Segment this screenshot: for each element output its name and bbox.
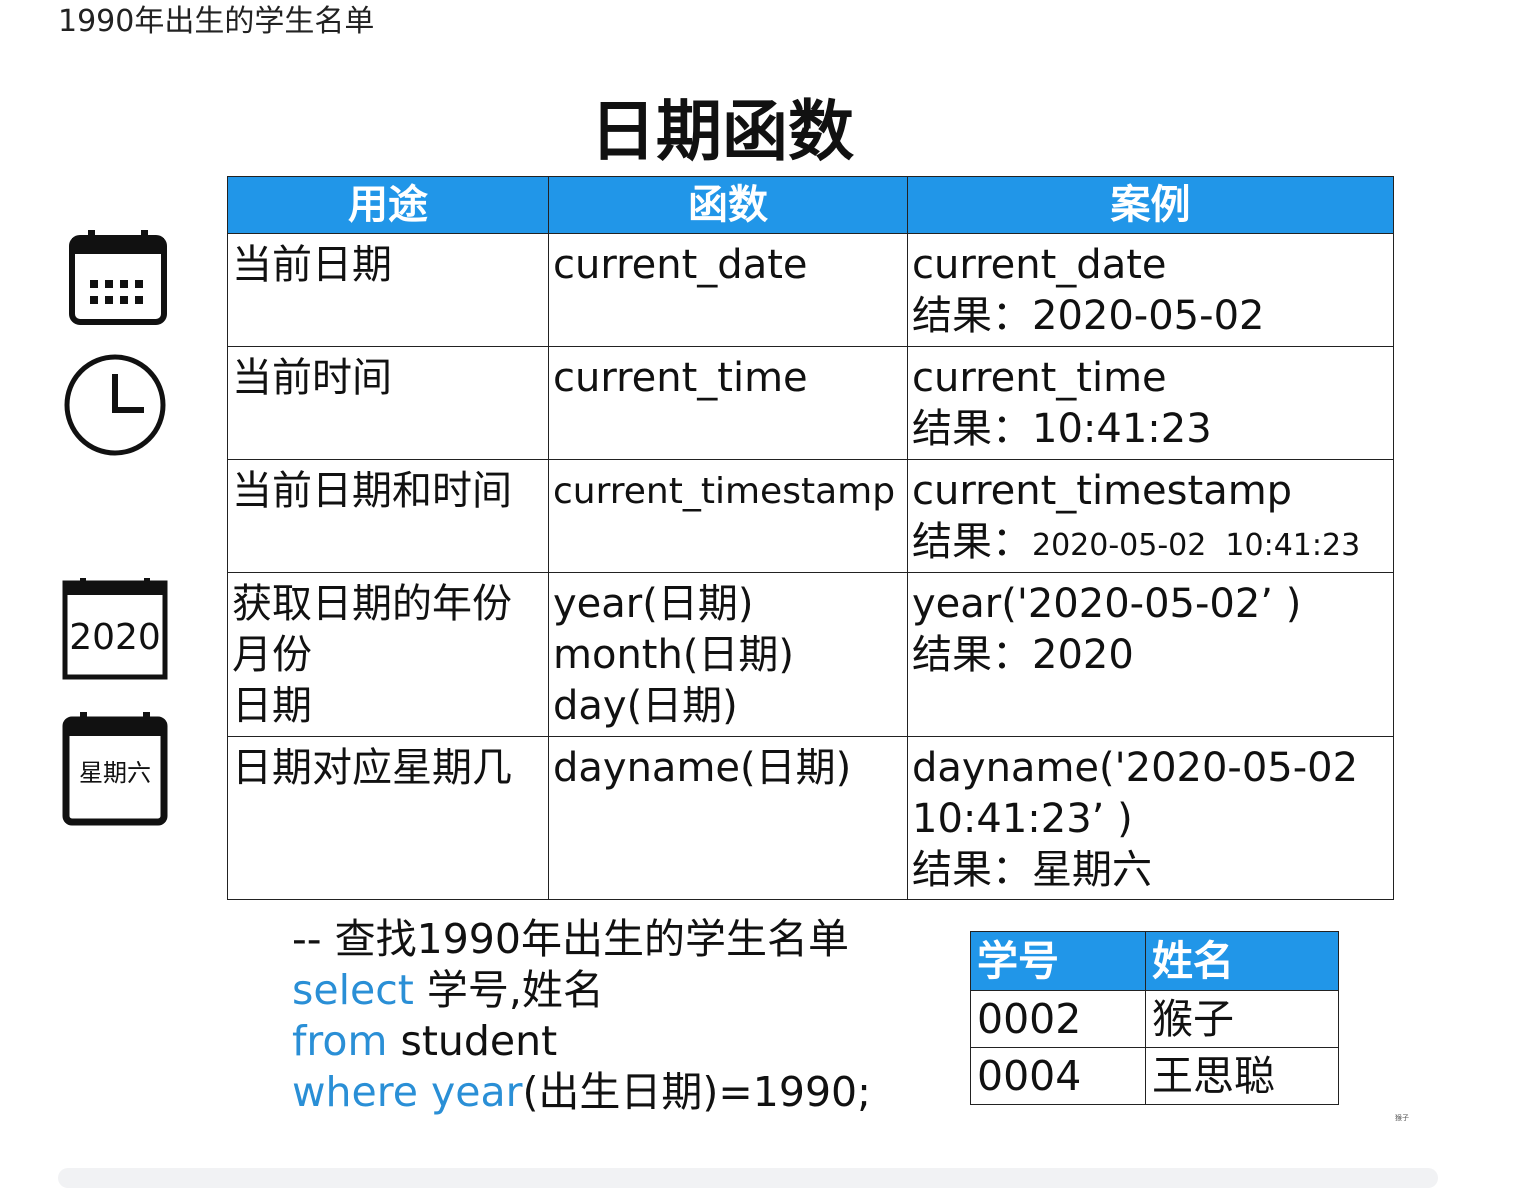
table-row: 0004 王思聪	[970, 1047, 1339, 1105]
student-name-cell: 王思聪	[1145, 1047, 1339, 1105]
result-line: 结果：星期六	[912, 845, 1393, 896]
result-value: 2020	[1032, 632, 1134, 678]
header-student-id: 学号	[970, 931, 1146, 991]
table-row: 当前日期和时间 current_timestamp current_timest…	[227, 459, 1394, 573]
function-cell: current_time	[548, 346, 908, 460]
result-line: 结果：2020-05-02	[912, 291, 1393, 342]
result-label: 结果：	[912, 406, 1032, 452]
header-student-name: 姓名	[1145, 931, 1339, 991]
example-text: year('2020-05-02’ )	[912, 581, 1302, 627]
sql-code-block: -- 查找1990年出生的学生名单 select 学号,姓名 from stud…	[292, 914, 871, 1118]
purpose-cell: 当前日期	[227, 233, 549, 347]
page-heading: 1990年出生的学生名单	[58, 4, 375, 39]
example-cell: current_date 结果：2020-05-02	[907, 233, 1394, 347]
table-row: 0002 猴子	[970, 990, 1339, 1048]
table-row: 当前日期 current_date current_date 结果：2020-05…	[227, 233, 1394, 347]
example-cell: year('2020-05-02’ ) 结果：2020	[907, 572, 1394, 737]
weekday-calendar-text: 星期六	[79, 759, 151, 787]
purpose-cell: 当前时间	[227, 346, 549, 460]
header-purpose: 用途	[227, 176, 549, 234]
example-text: current_timestamp	[912, 468, 1293, 514]
bottom-panel	[58, 1168, 1438, 1188]
student-name-cell: 猴子	[1145, 990, 1339, 1048]
purpose-cell: 日期对应星期几	[227, 736, 549, 900]
result-value: 10:41:23	[1032, 406, 1212, 452]
function-cell: year(日期) month(日期) day(日期)	[548, 572, 908, 737]
result-label: 结果：	[912, 632, 1032, 678]
function-cell: dayname(日期)	[548, 736, 908, 900]
header-example: 案例	[907, 176, 1394, 234]
sql-line-from: from student	[292, 1016, 871, 1067]
weekday-calendar-icon: 星期六	[62, 712, 168, 826]
student-id-cell: 0002	[970, 990, 1146, 1048]
example-cell: dayname('2020-05-02 10:41:23’ ) 结果：星期六	[907, 736, 1394, 900]
year-calendar-text: 2020	[69, 617, 161, 658]
purpose-cell: 获取日期的年份 月份 日期	[227, 572, 549, 737]
result-line: 结果：10:41:23	[912, 404, 1393, 455]
table-row: 日期对应星期几 dayname(日期) dayname('2020-05-02 …	[227, 736, 1394, 900]
date-functions-table: 用途 函数 案例 当前日期 current_date current_date 结…	[227, 176, 1394, 900]
result-label: 结果：	[912, 293, 1032, 339]
clock-icon	[64, 354, 166, 456]
result-line: 结果：2020-05-02 10:41:23	[912, 517, 1393, 571]
sql-keyword: from	[292, 1017, 388, 1065]
header-function: 函数	[548, 176, 908, 234]
sql-text: 学号,姓名	[413, 966, 604, 1014]
result-label: 结果：	[912, 847, 1032, 893]
example-cell: current_timestamp 结果：2020-05-02 10:41:23	[907, 459, 1394, 573]
table-header-row: 用途 函数 案例	[227, 176, 1394, 234]
sql-keyword: select	[292, 966, 414, 1014]
function-cell: current_timestamp	[548, 459, 908, 573]
example-text: current_date	[912, 242, 1167, 288]
table-row: 当前时间 current_time current_time 结果：10:41:2…	[227, 346, 1394, 460]
calendar-icon	[69, 230, 167, 325]
year-calendar-icon: 2020	[62, 578, 168, 680]
example-text: dayname('2020-05-02 10:41:23’ )	[912, 745, 1359, 842]
result-header-row: 学号 姓名	[970, 931, 1339, 991]
purpose-cell: 当前日期和时间	[227, 459, 549, 573]
sql-line-select: select 学号,姓名	[292, 965, 871, 1016]
function-cell: current_date	[548, 233, 908, 347]
slide-title: 日期函数	[590, 93, 854, 170]
example-cell: current_time 结果：10:41:23	[907, 346, 1394, 460]
watermark: 猴子	[1395, 1114, 1409, 1122]
result-value: 2020-05-02 10:41:23	[1032, 528, 1361, 563]
sql-comment: -- 查找1990年出生的学生名单	[292, 915, 849, 963]
result-value: 2020-05-02	[1032, 293, 1265, 339]
table-row: 获取日期的年份 月份 日期 year(日期) month(日期) day(日期)…	[227, 572, 1394, 737]
query-result-table: 学号 姓名 0002 猴子 0004 王思聪	[970, 931, 1339, 1105]
result-line: 结果：2020	[912, 630, 1393, 681]
student-id-cell: 0004	[970, 1047, 1146, 1105]
example-text: current_time	[912, 355, 1167, 401]
sql-keyword: where year	[292, 1068, 523, 1116]
result-value: 星期六	[1032, 847, 1152, 893]
sql-text: (出生日期)=1990;	[522, 1068, 871, 1116]
sql-line-where: where year(出生日期)=1990;	[292, 1067, 871, 1118]
result-label: 结果：	[912, 519, 1032, 565]
sql-text: student	[387, 1017, 558, 1065]
